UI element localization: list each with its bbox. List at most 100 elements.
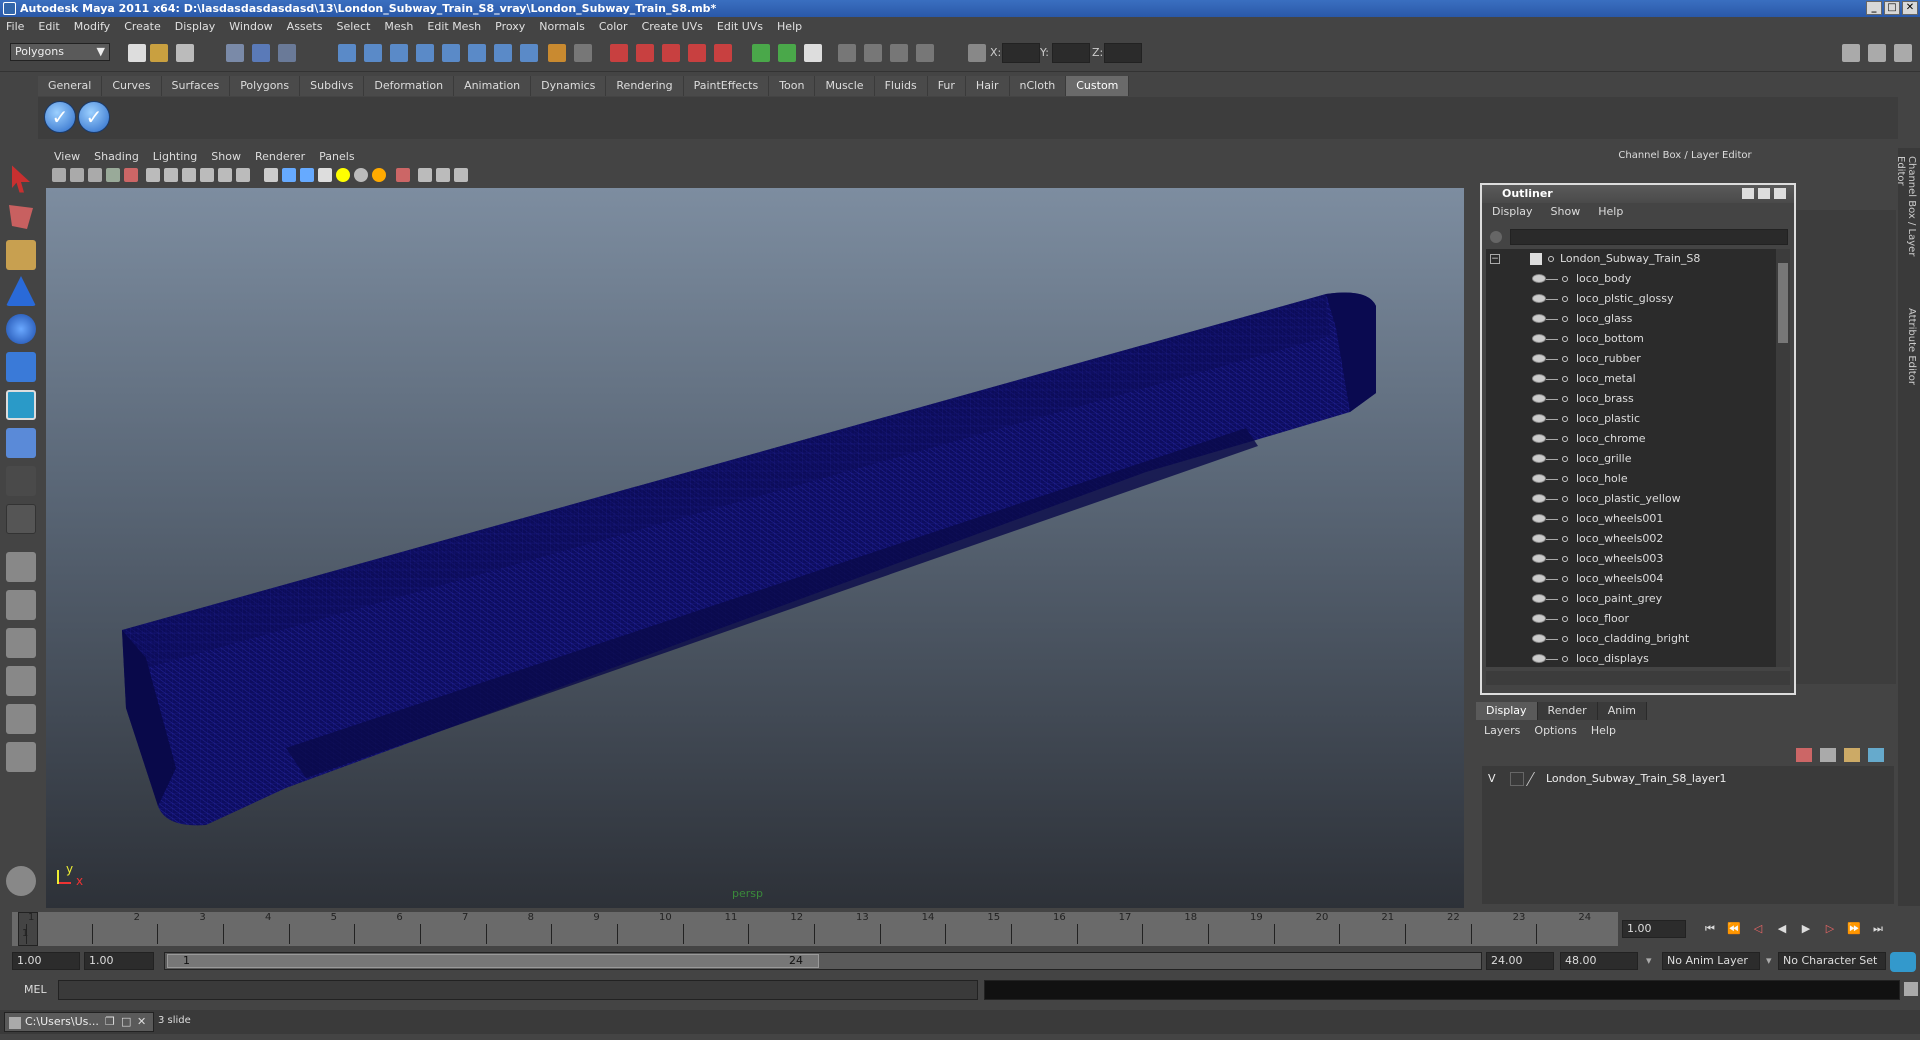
film-gate-icon[interactable] [146, 168, 160, 182]
layer-color-swatch[interactable] [1525, 772, 1547, 786]
layout-hypershade-icon[interactable] [6, 704, 36, 734]
checkmark-shelf-button-2[interactable]: ✓ [78, 101, 110, 133]
visibility-eye-icon[interactable] [1532, 274, 1546, 283]
menu-color[interactable]: Color [599, 20, 628, 33]
toggle-channel-box-icon[interactable] [1842, 44, 1860, 62]
shelf-tab-fluids[interactable]: Fluids [874, 76, 928, 96]
taskbar-close-icon[interactable]: ✕ [137, 1015, 146, 1028]
shelf-tab-polygons[interactable]: Polygons [230, 76, 301, 96]
outliner-item[interactable]: loco_hole [1486, 469, 1776, 489]
vp-menu-renderer[interactable]: Renderer [255, 150, 305, 163]
snap-point-icon[interactable] [390, 44, 408, 62]
outliner-item[interactable]: loco_brass [1486, 389, 1776, 409]
new-empty-layer-icon[interactable] [1844, 748, 1860, 762]
outliner-scroll-thumb[interactable] [1778, 263, 1788, 343]
end-time-field[interactable]: 48.00 [1560, 952, 1638, 970]
visibility-eye-icon[interactable] [1532, 314, 1546, 323]
vp-menu-panels[interactable]: Panels [319, 150, 354, 163]
panel-two-icon[interactable] [864, 44, 882, 62]
manipulator-tool-icon[interactable] [6, 390, 36, 420]
vp-menu-show[interactable]: Show [211, 150, 241, 163]
outliner-vscrollbar[interactable] [1776, 249, 1790, 667]
move-layer-up-icon[interactable] [1796, 748, 1812, 762]
move-layer-down-icon[interactable] [1820, 748, 1836, 762]
construction-icon[interactable] [494, 44, 512, 62]
shelf-tab-fur[interactable]: Fur [927, 76, 966, 96]
visibility-eye-icon[interactable] [1532, 334, 1546, 343]
shelf-tab-muscle[interactable]: Muscle [815, 76, 875, 96]
step-back-frame-icon[interactable]: ◁ [1748, 920, 1768, 938]
layout-outliner-icon[interactable] [6, 628, 36, 658]
shelf-tab-toon[interactable]: Toon [769, 76, 816, 96]
textured-icon[interactable] [318, 168, 332, 182]
shelf-tab-ncloth[interactable]: nCloth [1009, 76, 1067, 96]
default-lighting-icon[interactable] [336, 168, 350, 182]
menu-set-dropdown[interactable]: Polygons ▼ [10, 43, 110, 61]
outliner-close-icon[interactable] [1774, 188, 1786, 199]
time-slider[interactable]: 1 2 3 4 5 6 7 8 9 10 11 12 13 14 15 16 17 18 19 20 21 22 23 24 1 [12, 912, 1618, 946]
outliner-item[interactable]: loco_wheels001 [1486, 509, 1776, 529]
mel-label[interactable]: MEL [24, 983, 47, 996]
outliner-item[interactable]: loco_plastic_yellow [1486, 489, 1776, 509]
visibility-eye-icon[interactable] [1532, 394, 1546, 403]
shelf-tab-animation[interactable]: Animation [454, 76, 532, 96]
outliner-item[interactable]: loco_floor [1486, 609, 1776, 629]
visibility-eye-icon[interactable] [1532, 514, 1546, 523]
layer-row[interactable]: V London_Subway_Train_S8_layer1 [1482, 770, 1882, 788]
render-frame-icon[interactable] [610, 44, 628, 62]
panel-layout-icon[interactable] [838, 44, 856, 62]
menu-select[interactable]: Select [336, 20, 370, 33]
share-icon[interactable] [454, 168, 468, 182]
rotate-tool-icon[interactable] [6, 314, 36, 344]
visibility-eye-icon[interactable] [1532, 634, 1546, 643]
taskbar-window-button[interactable]: C:\Users\Us... ❐ □ ✕ [4, 1012, 154, 1032]
outliner-item[interactable]: loco_bottom [1486, 329, 1776, 349]
transform-field-icon[interactable] [968, 44, 986, 62]
checkmark-shelf-button-1[interactable]: ✓ [44, 101, 76, 133]
script-editor-icon[interactable] [1904, 982, 1918, 996]
shelf-tab-dynamics[interactable]: Dynamics [531, 76, 607, 96]
open-scene-icon[interactable] [150, 44, 168, 62]
menu-edit-mesh[interactable]: Edit Mesh [427, 20, 481, 33]
soft-modification-icon[interactable] [6, 428, 36, 458]
outliner-item[interactable]: loco_plstic_glossy [1486, 289, 1776, 309]
visibility-eye-icon[interactable] [1532, 354, 1546, 363]
field-chart-icon[interactable] [200, 168, 214, 182]
visibility-eye-icon[interactable] [1532, 294, 1546, 303]
y-field[interactable] [1052, 43, 1090, 63]
isolate-select-icon[interactable] [396, 168, 410, 182]
bookmarks-icon[interactable] [88, 168, 102, 182]
visibility-eye-icon[interactable] [1532, 474, 1546, 483]
outliner-item[interactable]: loco_paint_grey [1486, 589, 1776, 609]
anim-layer-dropdown[interactable]: No Anim Layer [1662, 952, 1760, 970]
visibility-eye-icon[interactable] [1532, 594, 1546, 603]
make-live-icon[interactable] [442, 44, 460, 62]
show-manipulator-icon[interactable] [6, 466, 36, 496]
menu-display[interactable]: Display [175, 20, 216, 33]
visibility-eye-icon[interactable] [1532, 494, 1546, 503]
outliner-minimize-icon[interactable] [1742, 188, 1754, 199]
visibility-eye-icon[interactable] [1532, 654, 1546, 663]
menu-mesh[interactable]: Mesh [384, 20, 413, 33]
last-tool-icon[interactable] [6, 504, 36, 534]
outliner-item[interactable]: loco_wheels003 [1486, 549, 1776, 569]
smooth-shade-icon[interactable] [282, 168, 296, 182]
snap-grid-icon[interactable] [338, 44, 356, 62]
wireframe-icon[interactable] [264, 168, 278, 182]
layout-graph-icon[interactable] [6, 666, 36, 696]
toggle-attribute-editor-icon[interactable] [1868, 44, 1886, 62]
mel-input[interactable] [58, 980, 978, 1000]
all-lights-icon[interactable] [354, 168, 368, 182]
visibility-eye-icon[interactable] [1532, 614, 1546, 623]
menu-window[interactable]: Window [229, 20, 272, 33]
menu-modify[interactable]: Modify [74, 20, 110, 33]
lock-icon[interactable] [548, 44, 566, 62]
snap-plane-icon[interactable] [416, 44, 434, 62]
auto-key-icon[interactable] [1890, 952, 1916, 972]
step-forward-key-icon[interactable]: ⏩ [1844, 920, 1864, 938]
play-forward-icon[interactable]: ▶ [1796, 920, 1816, 938]
render-region-icon[interactable] [662, 44, 680, 62]
outliner-titlebar[interactable]: Outliner [1482, 185, 1794, 203]
new-scene-icon[interactable] [128, 44, 146, 62]
layer-menu-options[interactable]: Options [1534, 720, 1576, 742]
